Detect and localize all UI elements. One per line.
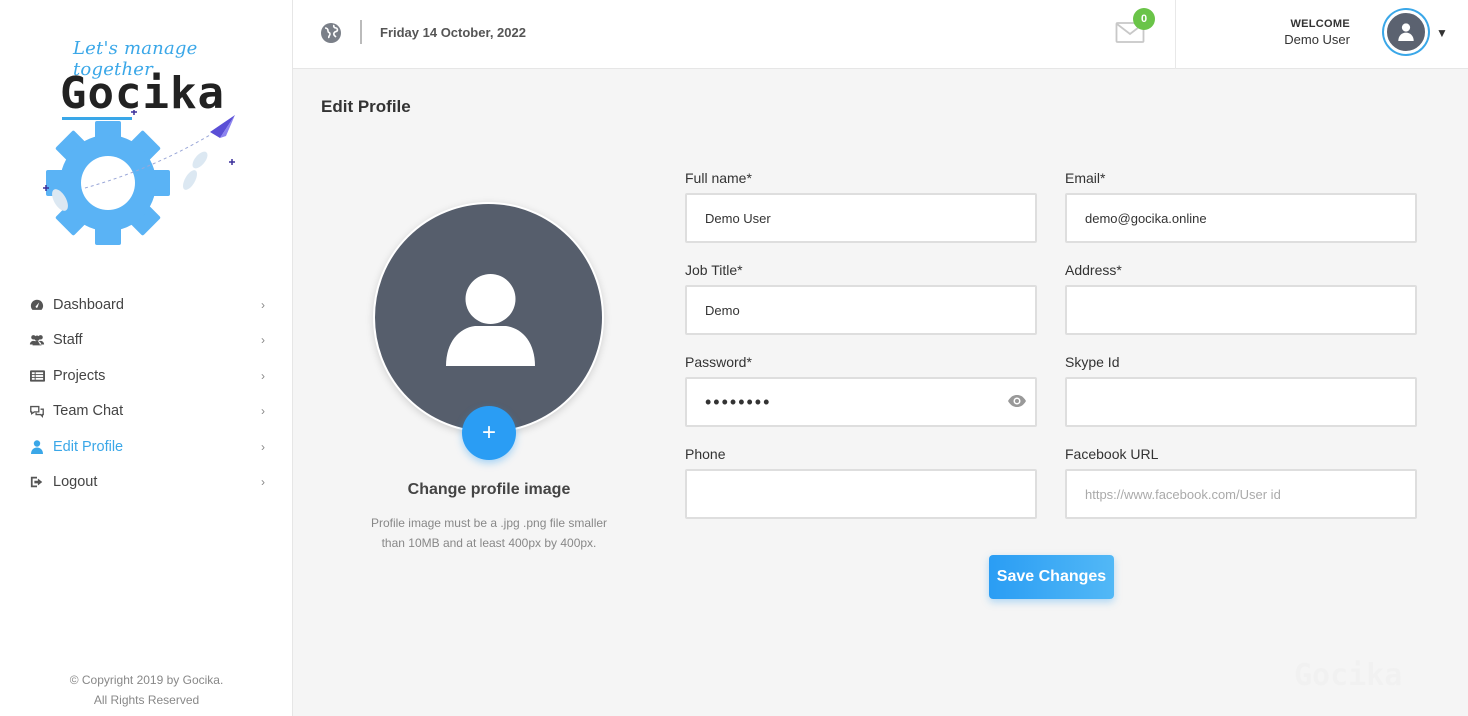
phone-input[interactable] xyxy=(687,471,1035,517)
user-avatar-icon xyxy=(1398,23,1414,41)
password-group: Password* xyxy=(685,354,1037,427)
top-header: Friday 14 October, 2022 0 WELCOME Demo U… xyxy=(293,0,1468,69)
chevron-right-icon: › xyxy=(261,297,265,312)
header-separator xyxy=(1175,0,1176,69)
facebook-group: Facebook URL xyxy=(1065,446,1417,519)
sidebar-item-label: Staff xyxy=(53,332,83,349)
logo: Let's manage together Gocika xyxy=(30,30,260,250)
profile-image xyxy=(373,202,604,433)
save-changes-button[interactable]: Save Changes xyxy=(989,555,1114,599)
address-box xyxy=(1065,285,1417,335)
full-name-box xyxy=(685,193,1037,243)
job-title-group: Job Title* xyxy=(685,262,1037,335)
full-name-label: Full name* xyxy=(685,170,752,186)
skype-box xyxy=(1065,377,1417,427)
sidebar-item-label: Team Chat xyxy=(53,403,124,420)
chevron-right-icon: › xyxy=(261,368,265,383)
full-name-group: Full name* xyxy=(685,170,1037,243)
image-help-text: Profile image must be a .jpg .png file s… xyxy=(370,516,608,550)
phone-box xyxy=(685,469,1037,519)
sidebar-item-staff[interactable]: Staff › xyxy=(0,323,293,359)
sidebar-item-label: Projects xyxy=(53,367,106,384)
email-group: Email* xyxy=(1065,170,1417,243)
add-profile-image-button[interactable]: + xyxy=(462,406,516,460)
facebook-box xyxy=(1065,469,1417,519)
header-divider xyxy=(360,20,362,44)
facebook-url-input[interactable] xyxy=(1067,471,1415,517)
chat-icon xyxy=(29,403,45,419)
password-box xyxy=(685,377,1037,427)
copyright-line: All Rights Reserved xyxy=(93,693,200,707)
sidebar-item-label: Logout xyxy=(53,474,98,491)
job-title-label: Job Title* xyxy=(685,262,743,278)
phone-label: Phone xyxy=(685,446,726,462)
facebook-label: Facebook URL xyxy=(1065,446,1159,462)
address-input[interactable] xyxy=(1067,287,1415,333)
welcome-block: WELCOME Demo User xyxy=(1284,18,1350,47)
skype-group: Skype Id xyxy=(1065,354,1417,427)
users-icon xyxy=(29,332,45,348)
projects-icon xyxy=(29,368,45,384)
chevron-right-icon: › xyxy=(261,475,265,490)
skype-input[interactable] xyxy=(1067,379,1415,425)
eye-icon[interactable] xyxy=(1007,394,1027,413)
full-name-input[interactable] xyxy=(687,195,1035,241)
sidebar-item-team-chat[interactable]: Team Chat › xyxy=(0,394,293,430)
address-label: Address* xyxy=(1065,262,1122,278)
plus-icon: + xyxy=(481,419,496,446)
copyright: © Copyright 2019 by Gocika. All Rights R… xyxy=(0,670,293,710)
sidebar: Let's manage together Gocika Dashboard ›… xyxy=(0,0,293,716)
gear-illustration xyxy=(43,110,235,245)
copyright-line: © Copyright 2019 by Gocika. xyxy=(69,673,224,687)
sidebar-item-projects[interactable]: Projects › xyxy=(0,358,293,394)
mail-count-badge: 0 xyxy=(1133,8,1155,30)
caret-down-icon[interactable]: ▼ xyxy=(1436,26,1448,40)
sidebar-item-label: Dashboard xyxy=(53,296,124,313)
globe-icon[interactable] xyxy=(320,22,342,49)
job-title-input[interactable] xyxy=(687,287,1035,333)
email-label: Email* xyxy=(1065,170,1106,186)
chevron-right-icon: › xyxy=(261,333,265,348)
phone-group: Phone xyxy=(685,446,1037,519)
user-placeholder-icon xyxy=(446,274,535,366)
chevron-right-icon: › xyxy=(261,404,265,419)
dashboard-icon xyxy=(29,297,45,313)
watermark: Gocika xyxy=(1294,658,1403,693)
chevron-right-icon: › xyxy=(261,439,265,454)
current-date: Friday 14 October, 2022 xyxy=(380,25,526,40)
user-name: Demo User xyxy=(1284,32,1350,47)
page-title: Edit Profile xyxy=(321,97,411,116)
sidebar-item-edit-profile[interactable]: Edit Profile › xyxy=(0,429,293,465)
password-label: Password* xyxy=(685,354,752,370)
change-image-label: Change profile image xyxy=(407,481,571,498)
sidebar-item-label: Edit Profile xyxy=(53,438,124,455)
skype-label: Skype Id xyxy=(1065,354,1120,370)
email-input[interactable] xyxy=(1067,195,1415,241)
password-input[interactable] xyxy=(687,379,1035,425)
sidebar-item-logout[interactable]: Logout › xyxy=(0,465,293,501)
email-box xyxy=(1065,193,1417,243)
sidebar-nav: Dashboard › Staff › Projects › Team Chat… xyxy=(0,287,293,500)
avatar[interactable] xyxy=(1384,10,1428,54)
job-title-box xyxy=(685,285,1037,335)
welcome-label: WELCOME xyxy=(1290,18,1350,30)
sidebar-item-dashboard[interactable]: Dashboard › xyxy=(0,287,293,323)
user-icon xyxy=(29,439,45,455)
logout-icon xyxy=(29,474,45,490)
address-group: Address* xyxy=(1065,262,1417,335)
